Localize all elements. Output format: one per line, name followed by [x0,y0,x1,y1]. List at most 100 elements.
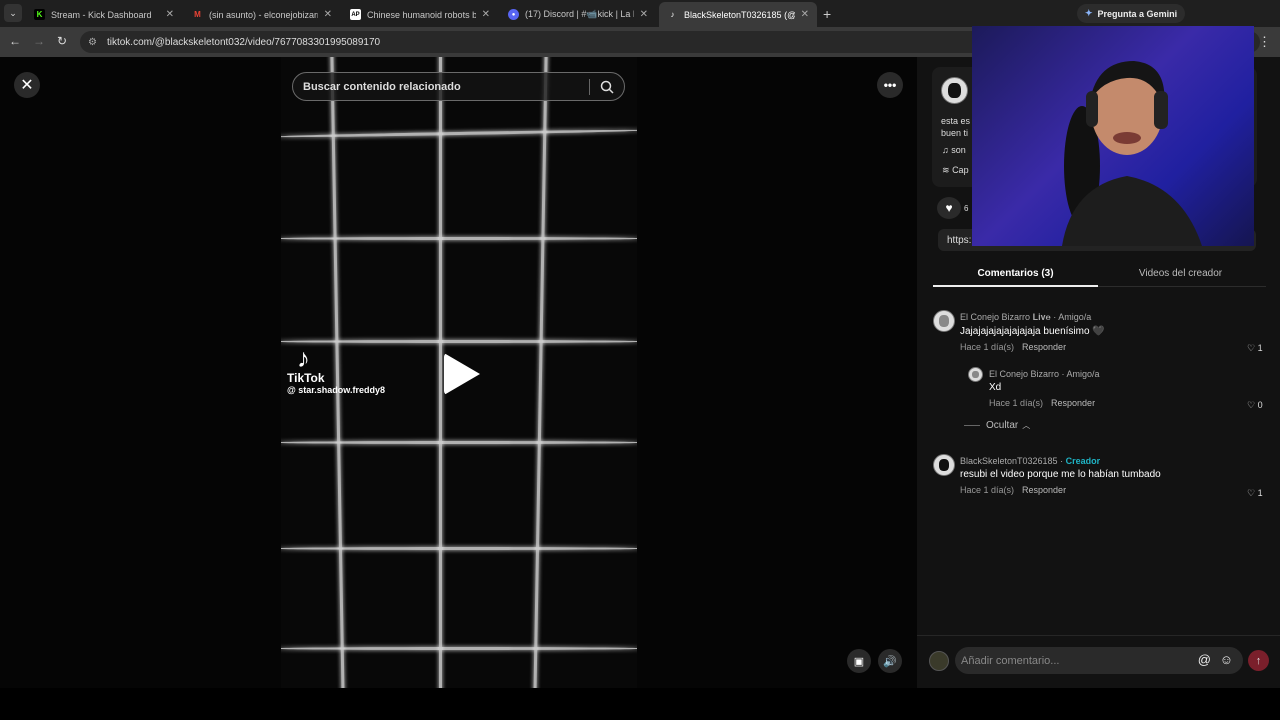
reply-button[interactable]: Responder [1022,342,1066,352]
comment-item: BlackSkeletonT0326185 · Creador resubi e… [960,456,1161,495]
comment-input[interactable]: Añadir comentario... @ ☺ [955,647,1243,674]
user-avatar[interactable] [929,651,949,671]
grid-line [439,57,442,688]
grid-line [281,547,637,550]
url-text: tiktok.com/@blackskeletont032/video/7677… [106,36,381,48]
heart-outline-icon: ♡ [1247,488,1256,498]
commenter-name[interactable]: El Conejo Bizarro · Amigo/a [989,369,1103,379]
comment-like[interactable]: ♡ 0 [1247,400,1263,411]
tab-gmail[interactable]: M (sin asunto) - elconejobizarro@ ✕ [184,2,340,27]
grid-line [281,441,637,444]
site-info-icon[interactable]: ⚙ [88,37,97,48]
tiktok-icon: ♪ [670,10,675,19]
chevron-up-icon: ︿ [1022,421,1031,430]
more-icon: ••• [883,78,897,92]
comment-item: El Conejo Bizarro 𝐋𝐢𝐯𝐞 · Amigo/a Jajajaj… [960,312,1105,352]
description-line: buen ti [941,128,969,138]
volume-icon: 🔊 [883,655,897,668]
tab-search-chevron-icon[interactable]: ⌄ [4,4,22,22]
hide-replies-button[interactable]: Ocultar ︿ [964,420,1030,431]
browser-menu-icon[interactable]: ⋮ [1258,34,1271,50]
tab-ap-news[interactable]: AP Chinese humanoid robots brea ✕ [342,2,498,27]
kick-icon: K [34,9,45,20]
comment-placeholder: Añadir comentario... [961,654,1060,667]
comment-time: Hace 1 día(s) [960,342,1015,352]
floating-player-button[interactable]: ▣ [847,649,871,673]
tab-tiktok[interactable]: ♪ BlackSkeletonT0326185 (@blac ✕ [659,2,817,27]
tab-kick-dashboard[interactable]: K Stream - Kick Dashboard ✕ [26,2,182,27]
comment-text: resubi el video porque me lo habían tumb… [960,469,1161,480]
grid-line [281,647,637,650]
bottom-bar [0,688,1280,720]
tab-title: Chinese humanoid robots brea [367,9,476,20]
tab-title: (17) Discord | #📹kick | La Mad [525,9,634,19]
reload-icon[interactable]: ↻ [57,34,67,48]
tab-title: BlackSkeletonT0326185 (@blac [684,9,795,20]
creator-avatar[interactable] [941,77,968,104]
close-tab-icon[interactable]: ✕ [801,9,809,20]
like-count: 6 [964,204,969,213]
comment-item: El Conejo Bizarro · Amigo/a Xd Hace 1 dí… [989,369,1103,408]
commenter-name[interactable]: BlackSkeletonT0326185 · [960,456,1066,466]
search-placeholder: Buscar contenido relacionado [303,80,461,93]
comment-like[interactable]: ♡ 1 [1247,343,1263,354]
commenter-avatar[interactable] [933,310,955,332]
volume-button[interactable]: 🔊 [878,649,902,673]
music-link[interactable]: ♫ son [942,145,966,155]
description-line: esta es [941,116,971,126]
search-icon[interactable] [600,80,614,94]
comment-text: Xd [989,382,1002,393]
mention-icon[interactable]: @ [1198,652,1211,667]
creator-badge: Creador [1065,456,1101,466]
close-tab-icon[interactable]: ✕ [166,9,174,20]
comment-like[interactable]: ♡ 1 [1247,488,1263,499]
related-search-input[interactable]: Buscar contenido relacionado [292,72,625,101]
pip-icon: ▣ [853,655,865,668]
comment-tabs: Comentarios (3) Videos del creador [933,261,1266,287]
emoji-icon[interactable]: ☺ [1220,652,1233,667]
gemini-button[interactable]: ✦ Pregunta a Gemini [1077,4,1186,23]
browser-tab-bar: ⌄ K Stream - Kick Dashboard ✕ M (sin asu… [0,0,1280,27]
divider [589,79,590,95]
music-note-icon: ♫ [942,145,949,155]
close-tab-icon[interactable]: ✕ [482,9,490,20]
commenter-avatar[interactable] [933,454,955,476]
tab-title: Stream - Kick Dashboard [51,9,152,20]
caption-row[interactable]: ≋ Cap [942,165,969,176]
gemini-label: Pregunta a Gemini [1097,8,1178,19]
forward-icon[interactable]: → [33,34,45,48]
heart-icon: ♥ [945,201,953,215]
comment-like-count: 1 [1257,488,1263,498]
tab-creator-videos[interactable]: Videos del creador [1098,268,1263,279]
discord-icon: ● [508,9,519,20]
like-button[interactable]: ♥ [937,197,961,219]
close-tab-icon[interactable]: ✕ [324,9,332,20]
tab-discord[interactable]: ● (17) Discord | #📹kick | La Mad ✕ [500,2,656,27]
close-video-button[interactable]: ✕ [14,72,40,98]
link-text: https: [947,234,972,246]
reply-button[interactable]: Responder [1051,398,1095,408]
divider [964,425,980,426]
play-icon[interactable] [444,353,480,395]
tab-title: (sin asunto) - elconejobizarro@ [209,9,318,20]
music-title: son [951,145,966,155]
comment-time: Hace 1 día(s) [989,398,1044,408]
streamer-image [1062,61,1202,246]
comment-text: Jajajajajajajajajaja buenísimo 🖤 [960,326,1105,337]
comment-like-count: 1 [1257,343,1263,353]
tab-comments[interactable]: Comentarios (3) [933,268,1098,279]
close-tab-icon[interactable]: ✕ [640,9,648,20]
close-icon: ✕ [20,77,34,94]
comment-like-count: 0 [1257,400,1263,410]
back-icon[interactable]: ← [9,34,21,48]
watermark-brand: TikTok [287,371,325,385]
gmail-icon: M [194,10,201,19]
new-tab-icon[interactable]: + [823,6,831,22]
commenter-name[interactable]: El Conejo Bizarro 𝐋𝐢𝐯𝐞 · Amigo/a [960,312,1105,323]
caption-icon: ≋ [942,165,950,175]
more-options-button[interactable]: ••• [877,72,903,98]
reply-button[interactable]: Responder [1022,485,1066,495]
arrow-up-icon: ↑ [1255,654,1262,667]
send-comment-button[interactable]: ↑ [1248,650,1269,671]
commenter-avatar[interactable] [968,367,983,382]
